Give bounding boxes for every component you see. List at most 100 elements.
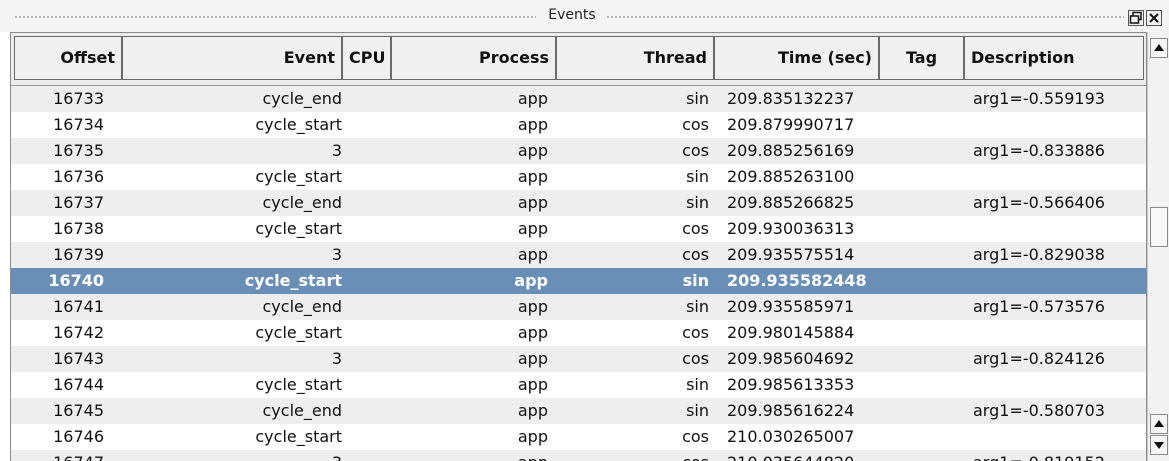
table-row[interactable]: 16736 cycle_start app sin 209.885263100	[11, 164, 1146, 190]
cell-thread: cos	[682, 219, 709, 238]
cell-time: 209.935582448	[727, 271, 867, 290]
cell-description	[973, 268, 1146, 294]
cell-event: cycle_start	[255, 323, 342, 342]
table-row[interactable]: 16743 3 app cos 209.985604692 arg1=-0.824126	[11, 346, 1146, 372]
cell-process: app	[517, 115, 548, 134]
column-header-thread[interactable]: Thread	[556, 36, 714, 80]
cell-cpu	[342, 398, 391, 424]
cell-offset: 16744	[53, 375, 104, 394]
cell-event: cycle_start	[244, 271, 342, 290]
cell-cpu	[342, 268, 391, 294]
cell-process: app	[517, 193, 548, 212]
cell-event: 3	[331, 245, 342, 264]
table-row[interactable]: 16742 cycle_start app cos 209.980145884	[11, 320, 1146, 346]
cell-time: 209.835132237	[727, 89, 855, 108]
cell-offset: 16734	[53, 115, 104, 134]
table-header: Offset Event CPU Process Thread Time (se…	[11, 33, 1146, 86]
cell-cpu	[342, 294, 391, 320]
cell-offset: 16735	[53, 141, 104, 160]
panel-title: Events	[548, 7, 596, 23]
cell-time: 210.035644820	[727, 450, 887, 461]
column-header-process[interactable]: Process	[391, 36, 556, 80]
cell-cpu	[342, 86, 391, 112]
cell-thread: sin	[686, 297, 709, 316]
cell-description: arg1=-0.824126	[973, 349, 1105, 368]
cell-tag	[879, 268, 964, 294]
scroll-down-button[interactable]	[1150, 435, 1168, 455]
column-header-description[interactable]: Description	[964, 36, 1144, 80]
cell-process: app	[517, 401, 548, 420]
cell-tag	[879, 112, 964, 138]
cell-thread: cos	[682, 245, 709, 264]
cell-cpu	[342, 164, 391, 190]
title-grip-right	[606, 15, 1124, 19]
table-row[interactable]: 16745 cycle_end app sin 209.985616224 arg1=-0…	[11, 398, 1146, 424]
cell-tag	[879, 216, 964, 242]
cell-offset: 16745	[53, 401, 104, 420]
cell-thread: cos	[682, 141, 709, 160]
column-header-offset[interactable]: Offset	[14, 36, 122, 80]
panel-title-bar: Events	[0, 0, 1169, 32]
scroll-up-top-button[interactable]	[1150, 38, 1168, 58]
column-header-time[interactable]: Time (sec)	[714, 36, 879, 80]
column-header-event[interactable]: Event	[122, 36, 342, 80]
scroll-up-button[interactable]	[1150, 414, 1168, 434]
float-window-icon[interactable]	[1128, 10, 1144, 26]
cell-offset: 16739	[53, 245, 104, 264]
table-row[interactable]: 16744 cycle_start app sin 209.985613353	[11, 372, 1146, 398]
column-header-cpu[interactable]: CPU	[342, 36, 391, 80]
cell-offset: 16742	[53, 323, 104, 342]
title-grip-left	[14, 15, 536, 19]
table-row[interactable]: 16737 cycle_end app sin 209.885266825 arg1=-0…	[11, 190, 1146, 216]
cell-event: cycle_start	[255, 427, 342, 446]
column-header-tag[interactable]: Tag	[879, 36, 964, 80]
cell-description	[973, 424, 1146, 450]
cell-thread: sin	[686, 89, 709, 108]
table-row-selected[interactable]: 16740 cycle_start app sin 209.935582448	[11, 268, 1146, 294]
table-row[interactable]: 16735 3 app cos 209.885256169 arg1=-0.833886	[11, 138, 1146, 164]
cell-process: app	[514, 271, 548, 290]
cell-cpu	[342, 450, 391, 461]
cell-tag	[879, 190, 964, 216]
cell-tag	[879, 86, 964, 112]
cell-offset: 16736	[53, 167, 104, 186]
cell-event: cycle_start	[255, 375, 342, 394]
cell-process: app	[517, 427, 548, 446]
vertical-scrollbar[interactable]	[1147, 32, 1169, 461]
cell-thread: sin	[686, 375, 709, 394]
table-row[interactable]: 167473 appcos 210.035644820 arg1=-0.819152	[11, 450, 1146, 461]
cell-thread: cos	[682, 115, 709, 134]
cell-event: cycle_start	[255, 167, 342, 186]
cell-event: cycle_end	[262, 401, 343, 420]
cell-description: arg1=-0.829038	[973, 245, 1105, 264]
table-row[interactable]: 16738 cycle_start app cos 209.930036313	[11, 216, 1146, 242]
cell-offset: 16741	[53, 297, 104, 316]
cell-thread: cos	[682, 427, 709, 446]
scrollbar-thumb[interactable]	[1150, 207, 1168, 247]
cell-description: arg1=-0.580703	[973, 401, 1105, 420]
table-row[interactable]: 16739 3 app cos 209.935575514 arg1=-0.829038	[11, 242, 1146, 268]
cell-process: app	[517, 141, 548, 160]
cell-process: app	[517, 219, 548, 238]
cell-event: cycle_start	[255, 219, 342, 238]
close-icon[interactable]	[1146, 10, 1162, 26]
cell-offset: 16737	[53, 193, 104, 212]
cell-tag	[879, 138, 964, 164]
table-row[interactable]: 16734 cycle_start app cos 209.879990717	[11, 112, 1146, 138]
cell-tag	[879, 320, 964, 346]
table-row[interactable]: 16746 cycle_start app cos 210.030265007	[11, 424, 1146, 450]
table-row[interactable]: 16733 cycle_end app sin 209.835132237 arg1=-0…	[11, 86, 1146, 112]
table-row[interactable]: 16741 cycle_end app sin 209.935585971 arg1=-0…	[11, 294, 1146, 320]
cell-cpu	[342, 424, 391, 450]
cell-description	[973, 372, 1146, 398]
cell-thread: cos	[682, 323, 709, 342]
cell-time: 209.885256169	[727, 141, 855, 160]
cell-description	[973, 216, 1146, 242]
cell-cpu	[342, 216, 391, 242]
cell-event: cycle_end	[262, 89, 343, 108]
cell-time: 209.930036313	[727, 219, 855, 238]
cell-time: 209.879990717	[727, 115, 855, 134]
cell-time: 209.985616224	[727, 401, 855, 420]
cell-tag	[879, 450, 964, 461]
cell-time: 209.980145884	[727, 323, 855, 342]
